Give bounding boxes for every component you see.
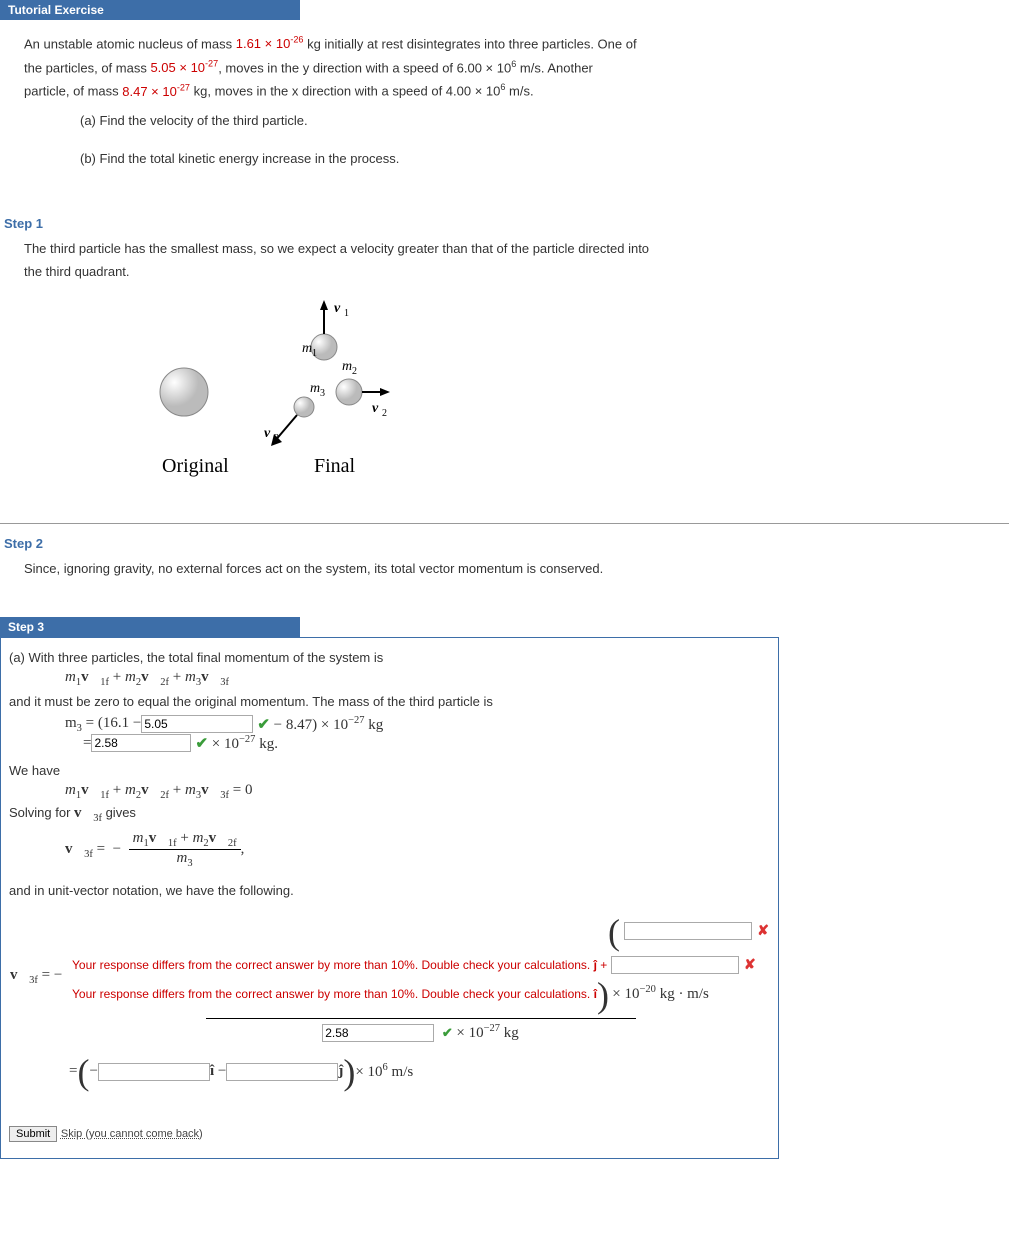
check-icon: ✔	[195, 734, 208, 753]
feedback-message: Your response differs from the correct a…	[72, 956, 769, 974]
m3-input-1[interactable]	[141, 715, 253, 733]
check-icon: ✔	[257, 715, 270, 734]
svg-text:Original: Original	[162, 455, 229, 477]
text: kg initially at rest disintegrates into …	[303, 36, 636, 51]
text: × 10−27 kg	[456, 1025, 518, 1041]
step1-content: The third particle has the smallest mass…	[0, 235, 1009, 515]
text: Solving for v⃗3f gives	[9, 805, 770, 824]
value: 5.05 × 10-27	[150, 60, 218, 75]
text: the third quadrant.	[24, 260, 985, 283]
skip-link[interactable]: Skip (you cannot come back)	[61, 1128, 203, 1140]
svg-text:m: m	[310, 381, 320, 396]
step2-title: Step 2	[0, 532, 1009, 555]
equation: v⃗3f = − m1v⃗1f + m2v⃗2f m3 ,	[65, 830, 770, 869]
text: × 106 m/s	[355, 1062, 413, 1081]
text: , moves in the y direction with a speed …	[218, 60, 511, 75]
step3-header: Step 3	[0, 617, 300, 637]
submit-button[interactable]: Submit	[9, 1126, 57, 1142]
step2-content: Since, ignoring gravity, no external for…	[0, 555, 1009, 592]
denominator-input[interactable]	[322, 1024, 434, 1042]
paren: )	[343, 1051, 355, 1093]
text: particle, of mass	[24, 84, 122, 99]
result-input-j[interactable]	[226, 1063, 338, 1081]
equation: m1v⃗1f + m2v⃗2f + m3v⃗3f = 0	[65, 782, 770, 801]
text: =	[83, 735, 91, 752]
svg-text:m: m	[342, 359, 352, 374]
paren: (	[77, 1051, 89, 1093]
problem-statement: An unstable atomic nucleus of mass 1.61 …	[0, 20, 1009, 182]
text: (a) With three particles, the total fina…	[9, 650, 770, 665]
text: An unstable atomic nucleus of mass	[24, 36, 236, 51]
step1-title: Step 1	[0, 212, 1009, 235]
svg-text:Final: Final	[314, 455, 356, 477]
part-a: (a) Find the velocity of the third parti…	[80, 109, 985, 132]
text: We have	[9, 763, 770, 778]
svg-text:2: 2	[352, 366, 357, 377]
equation-lhs: v⃗3f = −	[9, 910, 71, 1043]
svg-text:2: 2	[382, 408, 387, 419]
text: the particles, of mass	[24, 60, 150, 75]
text: î −	[210, 1063, 226, 1080]
momentum-diagram: Original m 1 v⃗ 1 m 2 v⃗ 2	[124, 292, 985, 499]
text: Since, ignoring gravity, no external for…	[24, 557, 985, 580]
cross-icon: ✘	[744, 956, 756, 972]
numerator-input-j[interactable]	[611, 956, 739, 974]
text: × 10−27 kg.	[208, 734, 278, 753]
tutorial-header: Tutorial Exercise	[0, 0, 300, 20]
numerator-input-i[interactable]	[624, 922, 752, 940]
result-input-i[interactable]	[98, 1063, 210, 1081]
cross-icon: ✘	[757, 922, 769, 938]
svg-text:3: 3	[320, 388, 325, 399]
eq-prefix: m3 = (16.1 −	[65, 715, 141, 734]
value: 1.61 × 10-26	[236, 36, 304, 51]
m3-input-2[interactable]	[91, 734, 191, 752]
part-b: (b) Find the total kinetic energy increa…	[80, 147, 985, 170]
paren: (	[608, 912, 620, 952]
text: and in unit-vector notation, we have the…	[9, 883, 770, 898]
text: −	[89, 1063, 97, 1080]
step3-content: (a) With three particles, the total fina…	[0, 637, 779, 1159]
svg-text:1: 1	[344, 308, 349, 319]
check-icon: ✔	[442, 1025, 453, 1040]
text: and it must be zero to equal the origina…	[9, 694, 770, 709]
equation: m1v⃗1f + m2v⃗2f + m3v⃗3f	[65, 669, 770, 688]
text: =	[69, 1063, 77, 1080]
text: m/s.	[505, 84, 533, 99]
text: kg, moves in the x direction with a spee…	[190, 84, 500, 99]
svg-text:3: 3	[274, 433, 279, 444]
text: The third particle has the smallest mass…	[24, 237, 985, 260]
text: m/s. Another	[516, 60, 593, 75]
svg-text:1: 1	[312, 348, 317, 359]
svg-text:m: m	[302, 341, 312, 356]
text: − 8.47) × 10−27 kg	[270, 715, 383, 734]
feedback-message: Your response differs from the correct a…	[72, 974, 769, 1016]
value: 8.47 × 10-27	[122, 84, 190, 99]
